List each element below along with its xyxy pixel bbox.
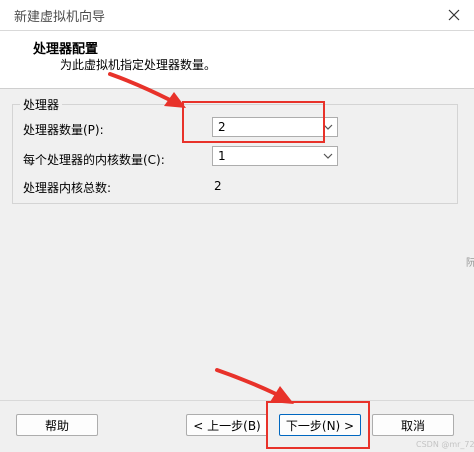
close-icon: [448, 9, 460, 21]
processor-group-title: 处理器: [20, 96, 63, 113]
help-button[interactable]: 帮助: [16, 414, 98, 436]
cores-per-processor-label: 每个处理器的内核数量(C):: [23, 153, 165, 167]
back-button[interactable]: < 上一步(B): [186, 414, 268, 436]
edge-text-fragment: 阮: [466, 258, 474, 269]
total-cores-value: 2: [214, 179, 222, 193]
annotation-arrow-icon: [215, 368, 294, 404]
close-button[interactable]: [442, 3, 466, 27]
watermark: CSDN @mr_729: [416, 440, 474, 449]
window-title: 新建虚拟机向导: [14, 10, 106, 25]
annotation-arrow-icon: [108, 72, 186, 108]
back-button-label: < 上一步(B): [193, 418, 261, 433]
help-button-label: 帮助: [44, 418, 69, 433]
title-bar: 新建虚拟机向导: [0, 0, 474, 31]
wizard-header: 处理器配置 为此虚拟机指定处理器数量。: [0, 31, 474, 89]
cancel-button-label: 取消: [400, 418, 425, 433]
processor-count-label: 处理器数量(P):: [23, 123, 104, 137]
highlight-processor-count: [182, 101, 325, 143]
chevron-down-icon: [323, 153, 333, 159]
page-title: 处理器配置: [33, 42, 99, 57]
cancel-button[interactable]: 取消: [372, 414, 454, 436]
total-cores-label: 处理器内核总数:: [23, 181, 112, 195]
highlight-next-button: [266, 401, 370, 449]
cores-per-processor-value: 1: [218, 149, 226, 163]
cores-per-processor-select[interactable]: 1: [212, 146, 338, 166]
